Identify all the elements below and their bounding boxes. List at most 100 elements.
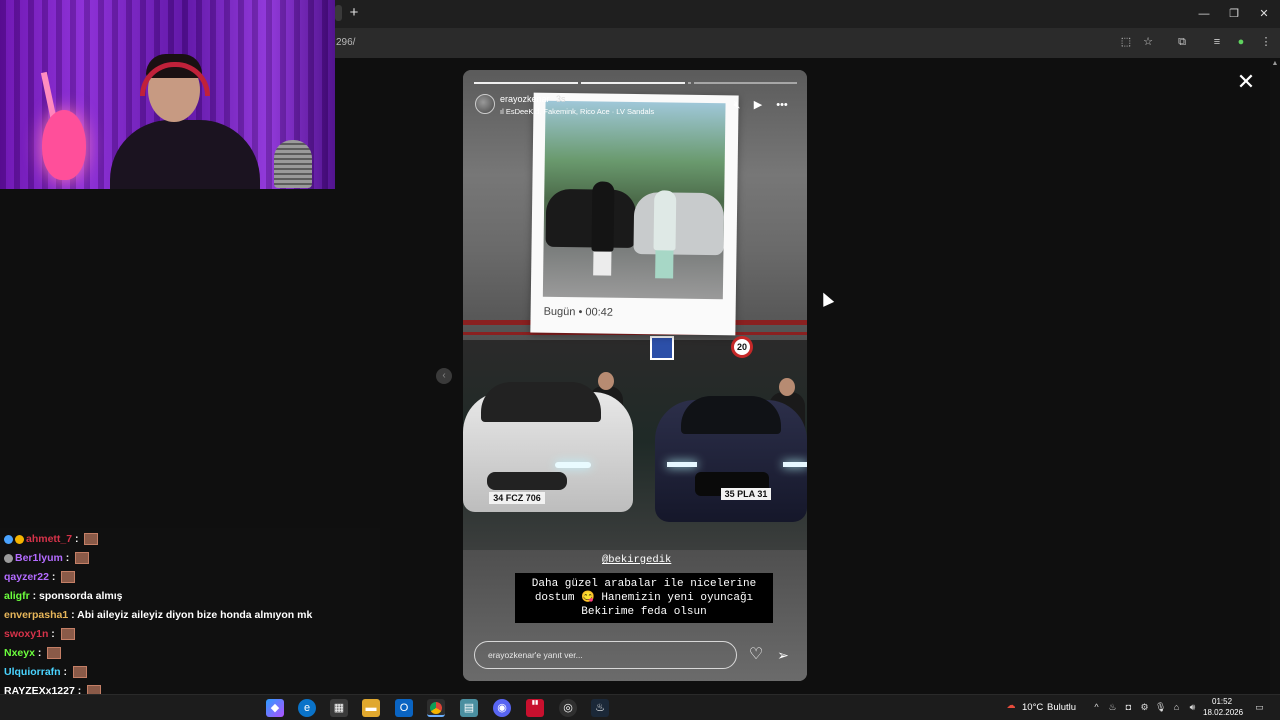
chat-message: swoxy1n :: [4, 625, 75, 643]
profile-icon[interactable]: ●: [1234, 35, 1248, 49]
chat-separator: :: [72, 533, 82, 545]
license-plate-right: 35 PLA 31: [721, 488, 771, 500]
volume-icon[interactable]: 🔊︎: [1187, 702, 1198, 713]
chat-text: Abi aileyiz aileyiz diyon bize honda alm…: [77, 609, 313, 621]
heart-icon[interactable]: ♡: [747, 646, 765, 664]
chat-username[interactable]: aligfr: [4, 590, 30, 602]
weather-temperature[interactable]: 10°C: [1022, 702, 1043, 713]
story-progress-segment: [688, 82, 691, 84]
person-right-head: [779, 378, 795, 396]
speed-limit-sign: 20: [731, 336, 753, 358]
close-window-button[interactable]: ✕: [1256, 6, 1272, 22]
chat-badge-icon: [15, 534, 24, 544]
mute-icon[interactable]: 🔇︎: [730, 98, 744, 112]
chat-message: qayzer22 :: [4, 568, 76, 586]
blue-audi-car: 35 PLA 31: [655, 396, 807, 522]
extensions-icon[interactable]: ⧉: [1175, 35, 1189, 49]
story-mention[interactable]: @bekirgedik: [602, 554, 671, 566]
tray-app-icon[interactable]: ⚙: [1139, 702, 1150, 713]
notification-icon[interactable]: ▭: [1253, 702, 1266, 713]
windows-taskbar: ◆ e ▦ ▬ O ▤ ◉ ▮▮ ◎ ♨ ☁ 10°C Bulutlu ^ ♨ …: [0, 694, 1280, 720]
chat-separator: :: [29, 590, 40, 602]
chat-username[interactable]: qayzer22: [4, 571, 49, 583]
more-icon[interactable]: •••: [775, 98, 789, 112]
media-control-icon[interactable]: ≡: [1210, 35, 1224, 49]
chat-message: enverpasha1 : Abi aileyiz aileyiz diyon …: [4, 606, 312, 624]
weather-icon[interactable]: ☁: [1004, 700, 1018, 711]
scroll-up-icon[interactable]: ▲: [1271, 60, 1279, 68]
chat-badge-icon: [4, 534, 13, 544]
chat-username[interactable]: swoxy1n: [4, 628, 48, 640]
chat-emote-icon: [84, 533, 99, 546]
edge-browser-icon[interactable]: e: [298, 699, 316, 717]
chat-separator: :: [48, 628, 58, 640]
browser-menu-icon[interactable]: ⋮: [1259, 35, 1273, 49]
tray-app-icon[interactable]: ◘: [1123, 702, 1134, 713]
caption-line: Daha güzel arabalar ile nicelerine: [531, 578, 757, 590]
story-reply-input[interactable]: [474, 641, 737, 669]
story-music-text: EsDeeKid, Fakemink, Rico Ace · LV Sandal…: [505, 107, 655, 116]
chat-separator: :: [62, 552, 73, 564]
neon-guitar: [42, 110, 86, 180]
previous-story-button[interactable]: ‹: [436, 368, 452, 384]
chat-username[interactable]: Ber1lyum: [15, 552, 63, 564]
chat-emote-icon: [47, 647, 62, 660]
story-progress-segment: [581, 82, 685, 84]
chat-badge-icon: [4, 553, 13, 563]
chat-username[interactable]: Nxeyx: [4, 647, 35, 659]
network-icon[interactable]: ⌂: [1171, 702, 1182, 713]
steam-icon[interactable]: ♨: [591, 699, 609, 717]
story-caption: Daha güzel arabalar ile nicelerine dostu…: [515, 573, 773, 623]
voice-meeter-icon[interactable]: ▮▮: [526, 699, 544, 717]
chat-emote-icon: [60, 628, 75, 641]
browser-tab[interactable]: [335, 5, 342, 21]
copilot-icon[interactable]: ◆: [266, 699, 284, 717]
steam-tray-icon[interactable]: ♨: [1107, 702, 1118, 713]
clock-date[interactable]: 18.02.2026: [1203, 708, 1243, 717]
weather-condition[interactable]: Bulutlu: [1047, 702, 1076, 713]
chat-message: ahmett_7 :: [4, 530, 99, 548]
minimize-button[interactable]: —: [1196, 6, 1212, 22]
person-left-head: [598, 372, 614, 390]
story-progress-segment: [694, 82, 797, 84]
notepad-icon[interactable]: ▤: [460, 699, 478, 717]
outlook-icon[interactable]: O: [395, 699, 413, 717]
microphone-tray-icon[interactable]: 🎙︎: [1155, 702, 1166, 713]
close-story-button[interactable]: ✕: [1236, 71, 1256, 93]
page-scrollbar[interactable]: [1270, 58, 1280, 694]
chat-separator: :: [34, 647, 45, 659]
sticker-photo: [542, 100, 726, 300]
send-icon[interactable]: ➢: [774, 646, 792, 664]
discord-icon[interactable]: ◉: [493, 699, 511, 717]
story-time-ago: 3s: [556, 94, 566, 104]
chat-username[interactable]: enverpasha1: [4, 609, 68, 621]
story-username[interactable]: erayozkenar: [500, 94, 550, 104]
chat-username[interactable]: ahmett_7: [26, 533, 72, 545]
story-music-label[interactable]: ıl EsDeeKid, Fakemink, Rico Ace · LV San…: [500, 107, 654, 116]
story-progress-segment: [474, 82, 578, 84]
chat-separator: :: [60, 666, 70, 678]
story-viewer[interactable]: 20 34 FCZ 706 35 PLA 31 Bugün • 00:42 er…: [463, 70, 807, 681]
restore-button[interactable]: ❐: [1226, 6, 1242, 22]
chrome-icon[interactable]: [427, 699, 445, 717]
license-plate-left: 34 FCZ 706: [489, 492, 545, 504]
caption-line: Bekirime feda olsun: [581, 606, 707, 618]
chat-emote-icon: [75, 552, 90, 565]
store-icon[interactable]: ▦: [330, 699, 348, 717]
bookmark-star-icon[interactable]: ☆: [1141, 35, 1155, 49]
obs-icon[interactable]: ◎: [559, 699, 577, 717]
chat-text: sponsorda almış: [39, 590, 123, 602]
address-bar-url[interactable]: 296/: [336, 37, 355, 48]
new-tab-button[interactable]: +: [346, 5, 362, 21]
story-avatar[interactable]: [475, 94, 495, 114]
chat-separator: :: [68, 609, 78, 621]
clock-time[interactable]: 01:52: [1212, 697, 1232, 706]
mouse-cursor: [817, 290, 835, 307]
webcam-overlay: [0, 0, 335, 189]
install-app-icon[interactable]: ⬚: [1119, 35, 1133, 49]
chevron-up-icon[interactable]: ^: [1091, 702, 1102, 713]
play-icon[interactable]: ▶: [751, 98, 765, 112]
file-explorer-icon[interactable]: ▬: [362, 699, 380, 717]
caption-line: dostum 😋 Hanemizin yeni oyuncağı: [534, 592, 754, 604]
chat-username[interactable]: Ulquiorrafn: [4, 666, 61, 678]
